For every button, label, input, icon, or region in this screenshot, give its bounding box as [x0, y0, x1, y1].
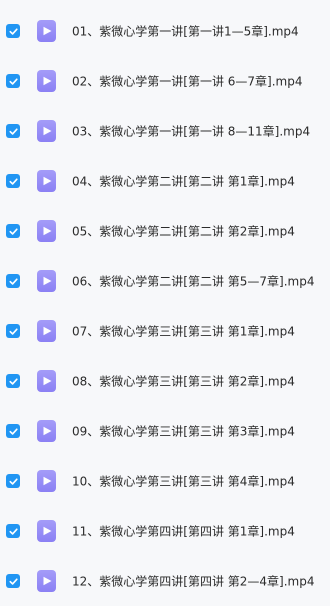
video-play-icon [37, 270, 56, 292]
checkbox[interactable] [6, 274, 20, 288]
checkbox[interactable] [6, 574, 20, 588]
file-row[interactable]: 11、紫微心学第四讲[第四讲 第1章].mp4 [0, 506, 330, 556]
file-row[interactable]: 03、紫微心学第一讲[第一讲 8—11章].mp4 [0, 106, 330, 156]
file-name: 11、紫微心学第四讲[第四讲 第1章].mp4 [72, 524, 295, 539]
video-play-icon [37, 370, 56, 392]
video-play-icon [37, 520, 56, 542]
checkbox[interactable] [6, 224, 20, 238]
video-play-icon [37, 470, 56, 492]
file-row[interactable]: 07、紫微心学第三讲[第三讲 第1章].mp4 [0, 306, 330, 356]
file-row[interactable]: 04、紫微心学第二讲[第二讲 第1章].mp4 [0, 156, 330, 206]
video-play-icon [37, 220, 56, 242]
checkbox[interactable] [6, 74, 20, 88]
file-name: 04、紫微心学第二讲[第二讲 第1章].mp4 [72, 174, 295, 189]
file-name: 01、紫微心学第一讲[第一讲1—5章].mp4 [72, 24, 299, 39]
checkbox[interactable] [6, 324, 20, 338]
file-name: 10、紫微心学第三讲[第三讲 第4章].mp4 [72, 474, 295, 489]
file-row[interactable]: 01、紫微心学第一讲[第一讲1—5章].mp4 [0, 6, 330, 56]
checkbox[interactable] [6, 24, 20, 38]
video-play-icon [37, 70, 56, 92]
video-play-icon [37, 170, 56, 192]
file-name: 03、紫微心学第一讲[第一讲 8—11章].mp4 [72, 124, 311, 139]
file-name: 08、紫微心学第三讲[第三讲 第2章].mp4 [72, 374, 295, 389]
video-play-icon [37, 320, 56, 342]
file-row[interactable]: 12、紫微心学第四讲[第四讲 第2—4章].mp4 [0, 556, 330, 606]
video-play-icon [37, 120, 56, 142]
checkbox[interactable] [6, 124, 20, 138]
video-play-icon [37, 20, 56, 42]
file-name: 02、紫微心学第一讲[第一讲 6—7章].mp4 [72, 74, 303, 89]
file-name: 09、紫微心学第三讲[第三讲 第3章].mp4 [72, 424, 295, 439]
file-row[interactable]: 10、紫微心学第三讲[第三讲 第4章].mp4 [0, 456, 330, 506]
file-row[interactable]: 02、紫微心学第一讲[第一讲 6—7章].mp4 [0, 56, 330, 106]
checkbox[interactable] [6, 174, 20, 188]
file-name: 12、紫微心学第四讲[第四讲 第2—4章].mp4 [72, 574, 315, 589]
video-play-icon [37, 570, 56, 592]
checkbox[interactable] [6, 524, 20, 538]
file-name: 06、紫微心学第二讲[第二讲 第5—7章].mp4 [72, 274, 315, 289]
checkbox[interactable] [6, 374, 20, 388]
file-name: 07、紫微心学第三讲[第三讲 第1章].mp4 [72, 324, 295, 339]
file-row[interactable]: 09、紫微心学第三讲[第三讲 第3章].mp4 [0, 406, 330, 456]
video-play-icon [37, 420, 56, 442]
file-list: 01、紫微心学第一讲[第一讲1—5章].mp4 02、紫微心学第一讲[第一讲 6… [0, 0, 330, 604]
checkbox[interactable] [6, 474, 20, 488]
checkbox[interactable] [6, 424, 20, 438]
file-name: 05、紫微心学第二讲[第二讲 第2章].mp4 [72, 224, 295, 239]
file-row[interactable]: 05、紫微心学第二讲[第二讲 第2章].mp4 [0, 206, 330, 256]
file-row[interactable]: 06、紫微心学第二讲[第二讲 第5—7章].mp4 [0, 256, 330, 306]
file-row[interactable]: 08、紫微心学第三讲[第三讲 第2章].mp4 [0, 356, 330, 406]
